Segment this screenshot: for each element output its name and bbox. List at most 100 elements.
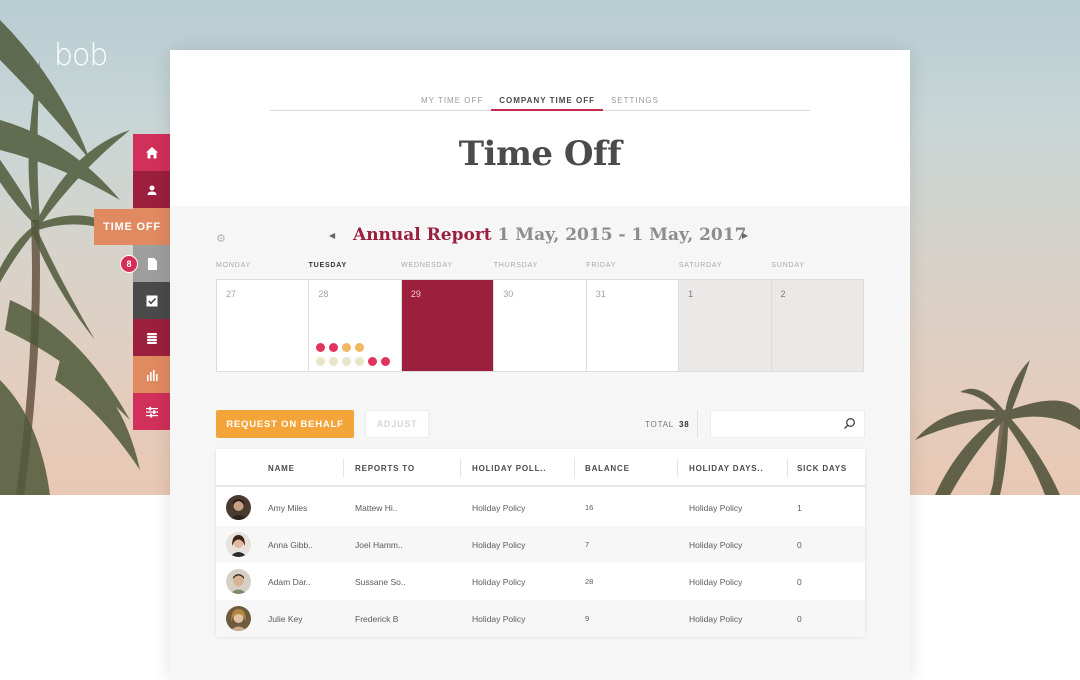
time-off-dot[interactable] xyxy=(316,343,326,352)
cell-balance: 9 xyxy=(585,614,590,623)
column-header-holiday-days[interactable]: HOLIDAY DAYS.. xyxy=(689,449,763,487)
tab-company-time-off[interactable]: COMPANY TIME OFF xyxy=(491,96,603,111)
calendar-day-today[interactable]: 29 xyxy=(401,280,495,371)
cell-holiday-days: Holiday Policy xyxy=(689,502,743,513)
weekday-label: THURSDAY xyxy=(493,262,539,269)
request-on-behalf-button[interactable]: REQUEST ON BEHALF xyxy=(216,410,354,438)
column-header-name[interactable]: NAME xyxy=(268,449,295,487)
tab-settings[interactable]: SETTINGS xyxy=(603,96,667,111)
notification-badge: 8 xyxy=(120,255,138,273)
nav-tasks[interactable] xyxy=(133,282,170,319)
column-header-holiday-policy[interactable]: HOLIDAY POLL.. xyxy=(472,449,546,487)
cell-reports-to: Joel Hamm.. xyxy=(355,539,403,550)
table-row[interactable]: Amy Miles Mattew Hi.. Holiday Policy 16 … xyxy=(216,489,865,526)
nav-people[interactable] xyxy=(133,171,170,208)
calendar-day-weekend[interactable]: 2 xyxy=(771,280,863,371)
time-off-dot[interactable] xyxy=(342,343,352,352)
table-row[interactable]: Anna Gibb.. Joel Hamm.. Holiday Policy 7… xyxy=(216,526,865,563)
bob-logo[interactable]: bob xyxy=(54,38,108,73)
cell-name: Julie Key xyxy=(268,613,303,624)
document-icon xyxy=(147,257,157,270)
people-icon xyxy=(147,185,156,195)
tab-bar: MY TIME OFF COMPANY TIME OFF SETTINGS xyxy=(270,96,810,111)
calendar-day[interactable]: 27 xyxy=(217,280,310,371)
cell-holiday-days: Holiday Policy xyxy=(689,576,743,587)
cell-name: Amy Miles xyxy=(268,502,308,513)
calendar-day[interactable]: 31 xyxy=(586,280,680,371)
panel-header: MY TIME OFF COMPANY TIME OFF SETTINGS Ti… xyxy=(170,50,910,206)
time-off-dot[interactable] xyxy=(342,357,352,366)
day-number: 29 xyxy=(410,289,421,299)
calendar-day[interactable]: 30 xyxy=(494,280,587,371)
total-value: 38 xyxy=(679,420,690,429)
time-off-dots xyxy=(316,343,400,371)
cell-balance: 28 xyxy=(585,577,594,586)
cell-reports-to: Sussane So.. xyxy=(355,576,406,587)
nav-settings[interactable] xyxy=(133,393,170,430)
column-header-reports-to[interactable]: REPORTS TO xyxy=(355,449,415,487)
cell-policy: Holiday Policy xyxy=(472,502,526,513)
avatar xyxy=(226,569,251,594)
divider xyxy=(697,410,698,438)
nav-time-off-active[interactable]: TIME OFF xyxy=(94,209,170,245)
nav-documents[interactable] xyxy=(133,245,170,282)
day-number: 1 xyxy=(688,289,694,299)
cell-sick-days: 0 xyxy=(797,576,802,587)
previous-arrow-icon[interactable]: ◀ xyxy=(329,231,335,240)
time-off-dot[interactable] xyxy=(355,357,365,366)
weekday-label: WEDNESDAY xyxy=(401,262,453,269)
time-off-dot[interactable] xyxy=(329,343,339,352)
adjust-button[interactable]: ADJUST xyxy=(365,410,429,438)
cell-reports-to: Frederick B xyxy=(355,613,399,624)
table-header: NAME REPORTS TO HOLIDAY POLL.. BALANCE H… xyxy=(216,449,865,487)
time-off-dot[interactable] xyxy=(368,357,378,366)
dot-row xyxy=(316,343,400,352)
weekday-label: SATURDAY xyxy=(678,262,723,269)
nav-payroll[interactable] xyxy=(133,319,170,356)
gear-icon[interactable]: ⚙ xyxy=(216,232,226,245)
main-panel: MY TIME OFF COMPANY TIME OFF SETTINGS Ti… xyxy=(170,50,910,680)
column-divider xyxy=(343,459,344,477)
side-nav xyxy=(133,134,170,430)
weekday-label: FRIDAY xyxy=(586,262,617,269)
search-input[interactable] xyxy=(711,411,831,437)
cell-policy: Holiday Policy xyxy=(472,539,526,550)
search-icon[interactable] xyxy=(843,417,856,430)
time-off-dot[interactable] xyxy=(355,343,365,352)
table-row[interactable]: Julie Key Frederick B Holiday Policy 9 H… xyxy=(216,600,865,637)
cell-holiday-days: Holiday Policy xyxy=(689,539,743,550)
search-box xyxy=(710,410,865,438)
cell-policy: Holiday Policy xyxy=(472,576,526,587)
bar-chart-icon xyxy=(146,369,158,381)
weekday-label: TUESDAY xyxy=(308,262,347,269)
time-off-dot[interactable] xyxy=(316,357,326,366)
day-number: 27 xyxy=(226,289,237,299)
calendar-day-weekend[interactable]: 1 xyxy=(679,280,772,371)
dot-row xyxy=(316,357,400,366)
total-label: TOTAL xyxy=(645,420,675,429)
column-header-sick-days[interactable]: SICK DAYS xyxy=(797,449,847,487)
time-off-dot[interactable] xyxy=(329,357,339,366)
cell-sick-days: 0 xyxy=(797,613,802,624)
cell-holiday-days: Holiday Policy xyxy=(689,613,743,624)
avatar xyxy=(226,495,251,520)
weekday-label: SUNDAY xyxy=(771,262,805,269)
calendar-day[interactable]: 28 xyxy=(309,280,402,371)
day-number: 28 xyxy=(318,289,329,299)
tab-my-time-off[interactable]: MY TIME OFF xyxy=(413,96,491,111)
next-arrow-icon[interactable]: ▶ xyxy=(742,231,748,240)
time-off-dot[interactable] xyxy=(381,357,391,366)
report-name[interactable]: Annual Report xyxy=(353,225,492,245)
cell-balance: 7 xyxy=(585,540,590,549)
coins-icon xyxy=(146,332,157,344)
nav-home[interactable] xyxy=(133,134,170,171)
total-count: TOTAL 38 xyxy=(645,420,690,429)
column-header-balance[interactable]: BALANCE xyxy=(585,449,630,487)
page-title: Time Off xyxy=(458,134,622,174)
cell-sick-days: 0 xyxy=(797,539,802,550)
column-divider xyxy=(460,459,461,477)
nav-analytics[interactable] xyxy=(133,356,170,393)
table-row[interactable]: Adam Dar.. Sussane So.. Holiday Policy 2… xyxy=(216,563,865,600)
cell-name: Anna Gibb.. xyxy=(268,539,313,550)
calendar-weekday-header: MONDAY TUESDAY WEDNESDAY THURSDAY FRIDAY… xyxy=(216,262,864,274)
